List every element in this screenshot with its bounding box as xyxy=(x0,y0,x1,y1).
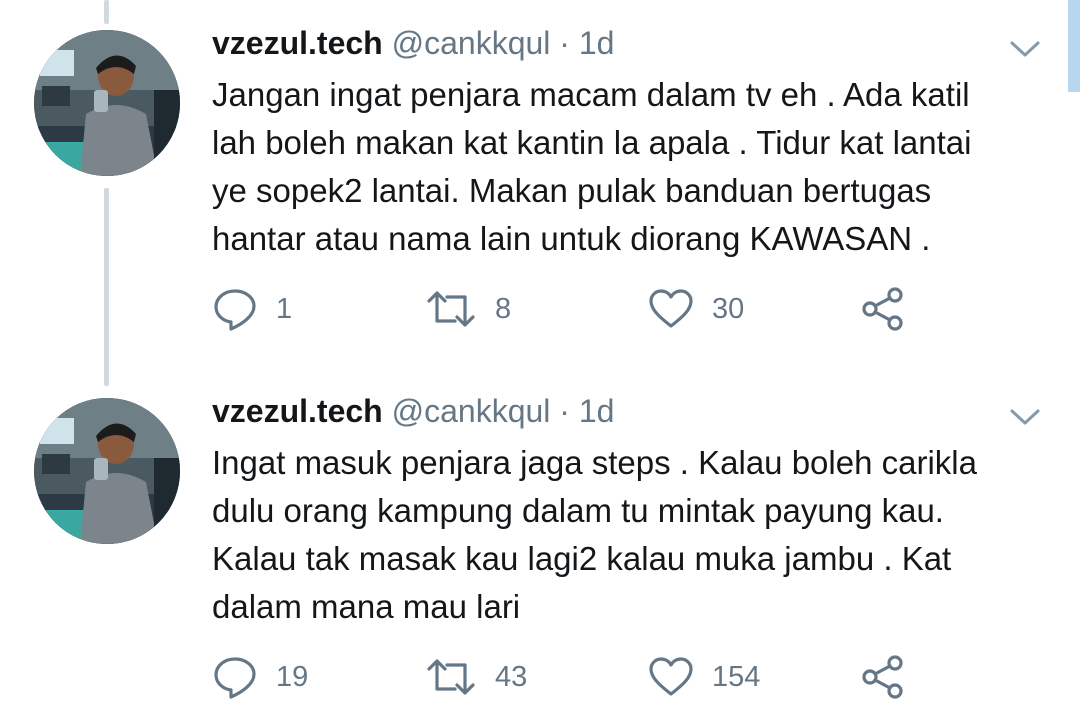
tweet-text-line: Ingat masuk penjara jaga steps . Kalau b… xyxy=(212,444,977,481)
tweet-actions: 19 43 154 xyxy=(212,653,932,701)
avatar[interactable] xyxy=(34,30,180,176)
retweet-icon xyxy=(427,659,475,695)
avatar[interactable] xyxy=(34,398,180,544)
tweet-text-line: ye sopek2 lantai. Makan pulak banduan be… xyxy=(212,172,932,209)
retweet-button[interactable]: 43 xyxy=(425,653,527,701)
retweet-button[interactable]: 8 xyxy=(425,285,511,333)
like-count: 30 xyxy=(712,293,745,325)
retweet-count: 8 xyxy=(495,293,512,325)
like-count: 154 xyxy=(712,661,761,693)
like-button[interactable]: 154 xyxy=(648,653,760,701)
reply-count: 19 xyxy=(276,661,309,693)
tweet-text-line: hantar atau nama lain untuk diorang KAWA… xyxy=(212,220,931,257)
retweet-count: 43 xyxy=(495,661,528,693)
user-handle[interactable]: @cankkqul xyxy=(392,25,551,61)
tweet-text-line: Jangan ingat penjara macam dalam tv eh .… xyxy=(212,76,970,113)
avatar-photo xyxy=(34,30,180,176)
like-icon xyxy=(649,657,693,696)
retweet-icon xyxy=(427,291,475,327)
tweet-header: vzezul.tech @cankkqul · 1d xyxy=(212,23,614,63)
avatar-photo xyxy=(34,398,180,544)
tweet-text: Ingat masuk penjara jaga steps . Kalau b… xyxy=(212,439,1032,631)
timestamp[interactable]: 1d xyxy=(579,25,615,61)
tweet[interactable]: vzezul.tech @cankkqul · 1d Ingat masuk p… xyxy=(0,370,1080,712)
reply-icon xyxy=(214,289,256,331)
like-button[interactable]: 30 xyxy=(648,285,744,333)
tweet[interactable]: vzezul.tech @cankkqul · 1d Jangan ingat … xyxy=(0,0,1080,370)
like-icon xyxy=(649,289,693,328)
reply-count: 1 xyxy=(276,293,293,325)
share-button[interactable] xyxy=(860,285,906,333)
reply-button[interactable]: 1 xyxy=(212,285,292,333)
tweet-thread-screen: vzezul.tech @cankkqul · 1d Jangan ingat … xyxy=(0,0,1080,712)
tweet-actions: 1 8 30 xyxy=(212,285,932,333)
separator-dot: · xyxy=(559,393,570,429)
chevron-down-icon[interactable] xyxy=(1006,401,1044,431)
share-button[interactable] xyxy=(860,653,906,701)
display-name[interactable]: vzezul.tech xyxy=(212,25,383,61)
display-name[interactable]: vzezul.tech xyxy=(212,393,383,429)
tweet-text-line: lah boleh makan kat kantin la apala . Ti… xyxy=(212,124,972,161)
share-icon xyxy=(862,655,903,699)
tweet-header: vzezul.tech @cankkqul · 1d xyxy=(212,391,614,431)
tweet-text-line: Kalau tak masak kau lagi2 kalau muka jam… xyxy=(212,540,952,577)
tweet-text: Jangan ingat penjara macam dalam tv eh .… xyxy=(212,71,1032,263)
separator-dot: · xyxy=(559,25,570,61)
tweet-text-line: dulu orang kampung dalam tu mintak payun… xyxy=(212,492,944,529)
share-icon xyxy=(862,287,903,331)
tweet-text-line: dalam mana mau lari xyxy=(212,588,521,625)
chevron-down-icon[interactable] xyxy=(1006,33,1044,63)
reply-icon xyxy=(214,657,256,699)
user-handle[interactable]: @cankkqul xyxy=(392,393,551,429)
reply-button[interactable]: 19 xyxy=(212,653,308,701)
timestamp[interactable]: 1d xyxy=(579,393,615,429)
